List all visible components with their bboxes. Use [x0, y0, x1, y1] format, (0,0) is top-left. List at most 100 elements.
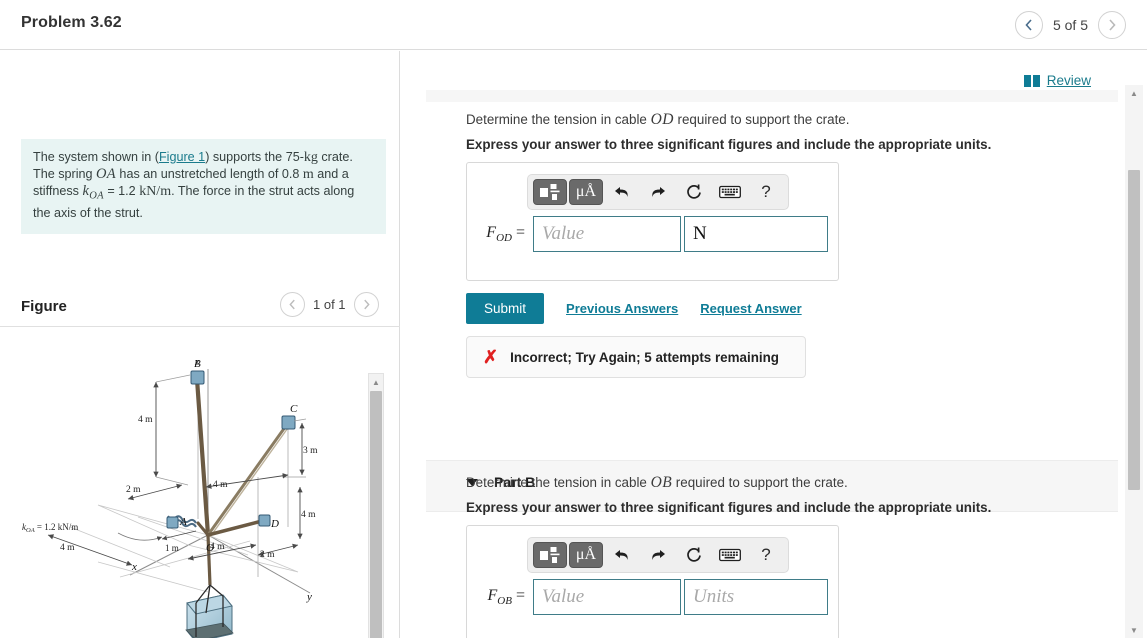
- units-button[interactable]: μÅ: [569, 179, 603, 205]
- review-link[interactable]: Review: [1047, 73, 1091, 88]
- part-a-question: Determine the tension in cable OD requir…: [466, 111, 849, 129]
- units-button-label: μÅ: [575, 183, 597, 200]
- part-a-submit-row: Submit Previous Answers Request Answer: [466, 293, 802, 324]
- intro-text-6: = 1.2: [103, 184, 140, 198]
- crate: [185, 584, 234, 638]
- math-template-button[interactable]: [533, 542, 567, 568]
- question-mark-icon: ?: [761, 182, 771, 201]
- keyboard-button[interactable]: [713, 542, 747, 568]
- dim-label-1m: 1 m: [165, 543, 179, 553]
- figure-header: Figure 1 of 1: [0, 289, 400, 327]
- dim-label-4m-b: 4 m: [138, 415, 153, 425]
- submit-button[interactable]: Submit: [466, 293, 545, 324]
- part-b-f-subscript: OB: [497, 595, 512, 608]
- dim-label-4m-x: 4 m: [60, 543, 75, 553]
- point-label-y: y: [306, 591, 312, 603]
- dim-label-koa: kOA = 1.2 kN/m: [22, 522, 78, 534]
- intro-text-1: The system shown in (: [33, 150, 159, 164]
- figure-1-link[interactable]: Figure 1: [159, 150, 205, 164]
- chevron-right-icon: [363, 299, 370, 310]
- var-k-subscript: OA: [89, 190, 104, 202]
- review-row[interactable]: Review: [1023, 73, 1091, 88]
- redo-arrow-icon: [652, 187, 665, 197]
- problem-pager-label: 5 of 5: [1052, 17, 1088, 33]
- part-b-answer-box: μÅ ? FOB = Value Units: [466, 525, 839, 638]
- redo-arrow-icon: [652, 550, 665, 560]
- chevron-left-icon: [289, 299, 295, 310]
- units-button-label: μÅ: [575, 546, 597, 563]
- page-scrollbar[interactable]: ▲ ▼: [1125, 85, 1143, 638]
- part-a-value-placeholder: Value: [542, 223, 585, 244]
- request-answer-link[interactable]: Request Answer: [700, 301, 801, 316]
- point-label-B: B: [194, 358, 201, 370]
- keyboard-icon: [719, 185, 741, 199]
- point-label-C: C: [290, 403, 298, 415]
- part-b-answer-label: FOB =: [467, 587, 533, 607]
- next-figure-button[interactable]: [353, 292, 379, 317]
- point-label-D: D: [270, 518, 279, 530]
- prev-figure-button[interactable]: [280, 292, 305, 317]
- math-template-button[interactable]: [533, 179, 567, 205]
- figure-scrollbar-thumb[interactable]: [370, 391, 382, 638]
- figure-title: Figure: [21, 298, 67, 315]
- chevron-right-icon: [1109, 19, 1116, 31]
- question-mark-icon: ?: [761, 545, 771, 564]
- undo-button[interactable]: [605, 542, 639, 568]
- math-template-icon: [540, 547, 560, 563]
- page-scrollbar-thumb[interactable]: [1128, 170, 1140, 490]
- prev-problem-button[interactable]: [1014, 11, 1043, 39]
- reset-button[interactable]: [677, 542, 711, 568]
- part-a-value-input[interactable]: Value: [533, 216, 681, 252]
- part-b-value-input[interactable]: Value: [533, 579, 681, 615]
- part-a-question-var: OD: [650, 111, 674, 128]
- dim-label-2m-b: 2 m: [126, 485, 141, 495]
- part-b-value-placeholder: Value: [542, 586, 585, 607]
- part-b-units-input[interactable]: Units: [684, 579, 828, 615]
- part-b-instruction: Express your answer to three significant…: [466, 500, 992, 515]
- part-a-feedback: ✗ Incorrect; Try Again; 5 attempts remai…: [466, 336, 806, 378]
- part-a-instruction: Express your answer to three significant…: [466, 137, 992, 152]
- previous-answers-link[interactable]: Previous Answers: [566, 301, 678, 316]
- figure-scrollbar[interactable]: ▲ ▼: [368, 373, 384, 638]
- scroll-up-icon[interactable]: ▲: [1127, 86, 1141, 100]
- next-problem-button[interactable]: [1098, 11, 1126, 39]
- part-a-f-subscript: OD: [496, 232, 512, 245]
- help-button[interactable]: ?: [749, 542, 783, 568]
- help-button[interactable]: ?: [749, 179, 783, 205]
- units-button[interactable]: μÅ: [569, 542, 603, 568]
- part-a-units-value: N: [693, 223, 707, 244]
- dim-label-3m: 3 m: [303, 446, 318, 456]
- book-icon: [1023, 74, 1040, 87]
- left-panel: The system shown in (Figure 1) supports …: [0, 51, 400, 638]
- keyboard-button[interactable]: [713, 179, 747, 205]
- part-a-feedback-text: Incorrect; Try Again; 5 attempts remaini…: [510, 349, 779, 365]
- figure-viewport: 4 m 2 m kOA = 1.2 kN/m 1 m 4 m 3 m 4 m 4…: [10, 327, 385, 638]
- var-oa: OA: [96, 166, 116, 182]
- redo-button[interactable]: [641, 179, 675, 205]
- part-a-equals: =: [515, 223, 525, 241]
- unit-m: m: [302, 167, 314, 182]
- part-b-question-tail: required to support the crate.: [672, 475, 848, 490]
- part-b-f-symbol: F: [487, 586, 498, 604]
- scroll-down-icon[interactable]: ▼: [1127, 623, 1141, 637]
- part-b-units-placeholder: Units: [693, 586, 735, 607]
- right-panel: Review Determine the tension in cable OD…: [401, 51, 1118, 638]
- reset-circular-arrow-icon: [687, 547, 701, 562]
- part-a-units-input[interactable]: N: [684, 216, 828, 252]
- part-a-question-text: Determine the tension in cable: [466, 112, 651, 127]
- part-a-f-symbol: F: [486, 223, 497, 241]
- keyboard-icon: [719, 548, 741, 562]
- redo-button[interactable]: [641, 542, 675, 568]
- part-b-toolbar: μÅ ?: [527, 537, 789, 573]
- support-B: [190, 370, 205, 385]
- undo-button[interactable]: [605, 179, 639, 205]
- scroll-up-icon[interactable]: ▲: [369, 375, 383, 389]
- support-A: [166, 516, 179, 529]
- figure-pager-label: 1 of 1: [313, 297, 346, 312]
- x-mark-icon: ✗: [483, 347, 499, 367]
- part-b-question: Determine the tension in cable OB requir…: [466, 474, 848, 492]
- part-b-equals: =: [515, 586, 525, 604]
- reset-button[interactable]: [677, 179, 711, 205]
- part-a-answer-box: μÅ ? FOD = Value N: [466, 162, 839, 281]
- undo-arrow-icon: [615, 550, 628, 560]
